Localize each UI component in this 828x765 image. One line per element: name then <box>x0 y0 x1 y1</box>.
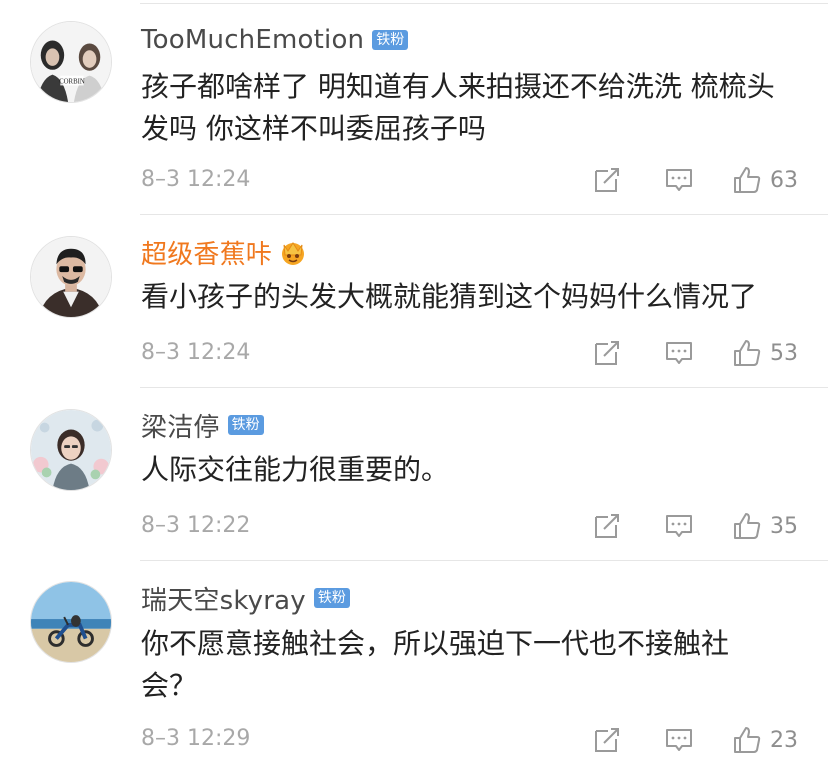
comment-actions: 53 <box>592 333 800 373</box>
comment-text: 孩子都啥样了 明知道有人来拍摄还不给洗洗 梳梳头发吗 你这样不叫委屈孩子吗 <box>141 70 775 145</box>
comment-text: 看小孩子的头发大概就能猜到这个妈妈什么情况了 <box>141 280 758 313</box>
comment-icon[interactable] <box>664 725 694 755</box>
like-icon <box>734 513 761 539</box>
avatar-image <box>31 582 111 662</box>
comment-feed: CORBIN TooMuchEmotion 铁粉 孩子都啥样了 明知道有人来拍摄… <box>0 0 828 765</box>
share-icon[interactable] <box>592 725 622 755</box>
share-icon[interactable] <box>592 338 622 368</box>
comment-item: 梁洁停 铁粉 人际交往能力很重要的。 8–3 12:22 35 <box>0 387 828 560</box>
fan-badge: 铁粉 <box>372 30 409 50</box>
share-icon[interactable] <box>592 511 622 541</box>
comment-icon[interactable] <box>664 338 694 368</box>
comment-time: 8–3 12:24 <box>141 340 251 365</box>
comment-actions: 63 <box>592 160 800 200</box>
like-count: 53 <box>770 340 798 366</box>
comment-item: CORBIN TooMuchEmotion 铁粉 孩子都啥样了 明知道有人来拍摄… <box>0 0 828 214</box>
name-row: 梁洁停 铁粉 <box>141 407 264 443</box>
name-row: 超级香蕉咔 <box>141 234 308 270</box>
like-count: 23 <box>770 727 798 753</box>
username[interactable]: TooMuchEmotion <box>141 25 364 55</box>
like-count: 63 <box>770 167 798 193</box>
share-icon[interactable] <box>592 165 622 195</box>
comment-item: 瑞天空skyray 铁粉 你不愿意接触社会，所以强迫下一代也不接触社会？ 8–3… <box>0 560 828 765</box>
avatar-image <box>31 410 111 490</box>
comment-actions: 35 <box>592 506 800 546</box>
avatar[interactable] <box>30 409 112 491</box>
like-icon <box>734 340 761 366</box>
like-button[interactable]: 53 <box>732 338 800 368</box>
name-row: TooMuchEmotion 铁粉 <box>141 22 409 58</box>
fan-badge: 铁粉 <box>313 588 350 608</box>
avatar[interactable] <box>30 581 112 663</box>
comment-text: 你不愿意接触社会，所以强迫下一代也不接触社会？ <box>141 627 730 702</box>
like-button[interactable]: 35 <box>732 511 800 541</box>
comment-icon[interactable] <box>664 165 694 195</box>
comment-time: 8–3 12:24 <box>141 167 251 192</box>
name-row: 瑞天空skyray 铁粉 <box>141 580 350 616</box>
comment-icon[interactable] <box>664 511 694 541</box>
like-icon <box>734 727 761 753</box>
username[interactable]: 超级香蕉咔 <box>141 234 272 271</box>
fan-badge: 铁粉 <box>227 415 264 435</box>
avatar[interactable] <box>30 236 112 318</box>
like-button[interactable]: 23 <box>732 725 800 755</box>
comment-text: 人际交往能力很重要的。 <box>141 453 450 486</box>
comment-item: 超级香蕉咔 看小孩子的头发大概就能猜到这个妈妈什么情况了 8–3 12:24 5… <box>0 214 828 387</box>
comment-time: 8–3 12:22 <box>141 513 251 538</box>
like-icon <box>734 167 761 193</box>
username[interactable]: 瑞天空skyray <box>141 580 306 617</box>
like-button[interactable]: 63 <box>732 165 800 195</box>
username[interactable]: 梁洁停 <box>141 407 220 444</box>
avatar[interactable]: CORBIN <box>30 21 112 103</box>
avatar-image <box>31 237 111 317</box>
comment-time: 8–3 12:29 <box>141 726 251 751</box>
like-count: 35 <box>770 513 798 539</box>
comment-actions: 23 <box>592 720 800 760</box>
avatar-image: CORBIN <box>31 22 111 102</box>
crown-icon <box>282 242 305 265</box>
svg-text:CORBIN: CORBIN <box>59 78 85 85</box>
